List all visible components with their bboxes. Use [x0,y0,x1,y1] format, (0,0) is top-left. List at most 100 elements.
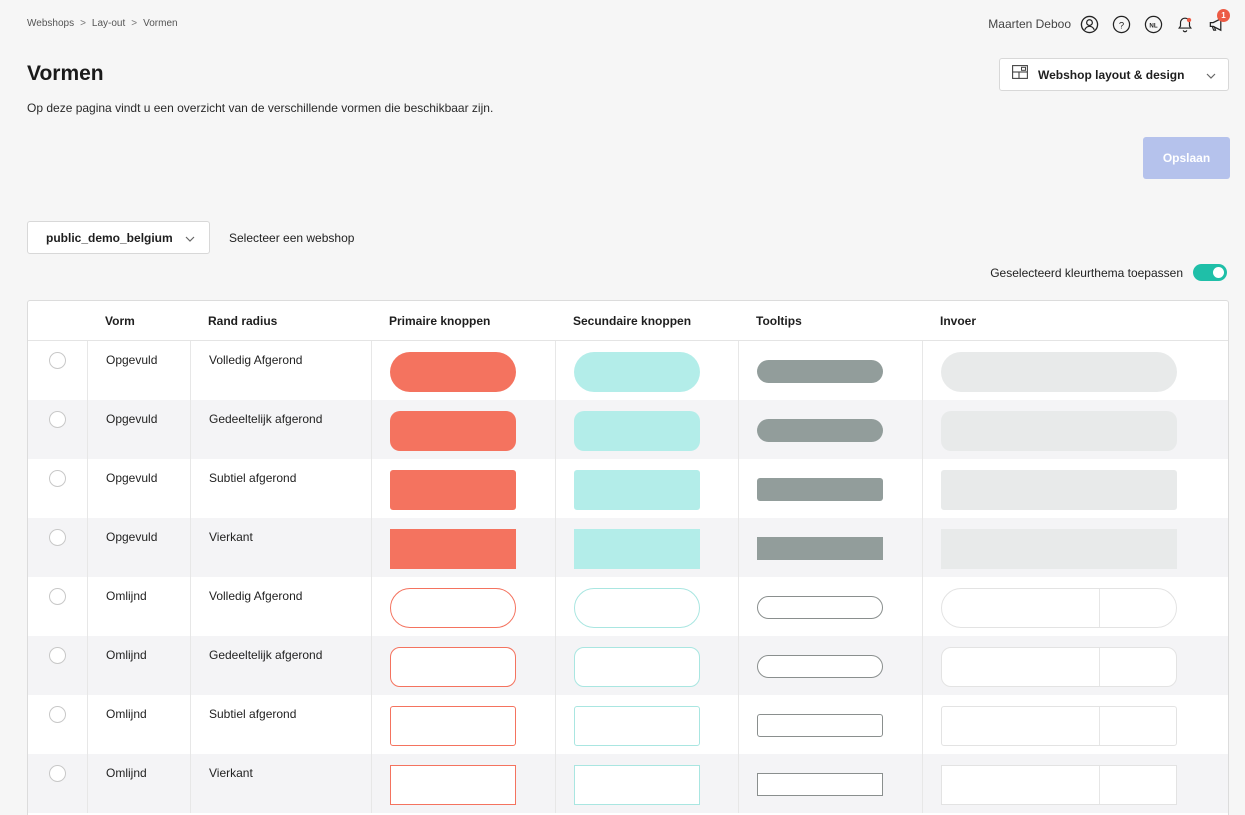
input-preview [941,765,1177,805]
tooltip-preview [757,773,883,796]
help-icon[interactable]: ? [1111,14,1131,34]
layout-design-dropdown[interactable]: Webshop layout & design [999,58,1229,91]
radius-cell: Subtiel afgerond [190,459,371,518]
tooltip-cell [738,341,922,400]
tooltip-cell [738,695,922,754]
primary-button-preview [390,765,516,805]
radius-cell: Gedeeltelijk afgerond [190,636,371,695]
tooltip-cell [738,400,922,459]
tooltip-cell [738,459,922,518]
primary-button-cell [371,636,555,695]
radius-text: Subtiel afgerond [209,707,297,721]
vorm-text: Opgevuld [106,530,158,544]
row-radio-button[interactable] [49,765,66,782]
radius-text: Vierkant [209,766,253,780]
select-cell [28,636,87,695]
input-preview [941,352,1177,392]
input-preview [941,706,1177,746]
notification-bell-icon[interactable] [1175,14,1195,34]
radius-cell: Vierkant [190,754,371,813]
vorm-cell: Opgevuld [87,459,190,518]
row-radio-button[interactable] [49,352,66,369]
tooltip-preview [757,596,883,619]
vorm-cell: Omlijnd [87,636,190,695]
secondary-button-preview [574,529,700,569]
breadcrumb-layout[interactable]: Lay-out [92,18,125,29]
secondary-button-preview [574,352,700,392]
vorm-cell: Opgevuld [87,400,190,459]
select-cell [28,459,87,518]
primary-button-preview [390,647,516,687]
secondary-button-cell [555,695,738,754]
row-radio-button[interactable] [49,470,66,487]
row-radio-button[interactable] [49,529,66,546]
primary-button-cell [371,577,555,636]
input-cell [922,400,1228,459]
radius-text: Volledig Afgerond [209,353,303,367]
language-icon[interactable]: NL [1143,14,1163,34]
primary-button-cell [371,459,555,518]
input-preview [941,470,1177,510]
table-row[interactable]: Omlijnd Vierkant [28,754,1228,813]
select-cell [28,400,87,459]
radius-text: Subtiel afgerond [209,471,297,485]
table-row[interactable]: Opgevuld Vierkant [28,518,1228,577]
breadcrumb-separator: > [80,18,86,29]
row-radio-button[interactable] [49,706,66,723]
user-avatar-icon[interactable] [1079,14,1099,34]
primary-button-preview [390,411,516,451]
input-preview [941,647,1177,687]
webshop-select[interactable]: public_demo_belgium [27,221,210,254]
chevron-down-icon [1206,66,1216,84]
input-divider [1099,648,1100,686]
table-row[interactable]: Opgevuld Gedeeltelijk afgerond [28,400,1228,459]
announcements-megaphone-icon[interactable]: 1 [1207,9,1230,34]
vorm-cell: Opgevuld [87,518,190,577]
radius-text: Gedeeltelijk afgerond [209,412,323,426]
secondary-button-preview [574,706,700,746]
header-invoer: Invoer [940,313,977,328]
secondary-button-preview [574,647,700,687]
header-rand-radius: Rand radius [208,313,278,328]
theme-toggle-row: Geselecteerd kleurthema toepassen [990,264,1227,281]
table-header-row: Vorm Rand radius Primaire knoppen Secund… [28,301,1228,341]
table-row[interactable]: Opgevuld Volledig Afgerond [28,341,1228,400]
primary-button-cell [371,341,555,400]
tooltip-preview [757,655,883,678]
select-cell [28,695,87,754]
primary-button-preview [390,352,516,392]
select-cell [28,754,87,813]
table-row[interactable]: Omlijnd Gedeeltelijk afgerond [28,636,1228,695]
input-cell [922,636,1228,695]
tooltip-preview [757,360,883,383]
notification-badge: 1 [1217,9,1230,22]
input-cell [922,518,1228,577]
primary-button-preview [390,529,516,569]
save-button[interactable]: Opslaan [1143,137,1230,179]
primary-button-preview [390,706,516,746]
row-radio-button[interactable] [49,411,66,428]
row-radio-button[interactable] [49,647,66,664]
select-cell [28,577,87,636]
secondary-button-cell [555,400,738,459]
tooltip-cell [738,518,922,577]
table-row[interactable]: Omlijnd Subtiel afgerond [28,695,1228,754]
language-code: NL [1149,22,1157,29]
theme-toggle-switch[interactable] [1193,264,1227,281]
breadcrumb-separator: > [131,18,138,29]
table-row[interactable]: Opgevuld Subtiel afgerond [28,459,1228,518]
row-radio-button[interactable] [49,588,66,605]
vorm-text: Opgevuld [106,353,158,367]
radius-text: Volledig Afgerond [209,589,303,603]
table-row[interactable]: Omlijnd Volledig Afgerond [28,577,1228,636]
tooltip-preview [757,478,883,501]
input-preview [941,529,1177,569]
header-select [28,301,87,340]
breadcrumb: Webshops > Lay-out > Vormen [27,18,178,29]
tooltip-preview [757,714,883,737]
user-name[interactable]: Maarten Deboo [988,17,1071,31]
input-cell [922,577,1228,636]
breadcrumb-webshops[interactable]: Webshops [27,18,74,29]
input-cell [922,695,1228,754]
chevron-down-icon [185,229,195,247]
